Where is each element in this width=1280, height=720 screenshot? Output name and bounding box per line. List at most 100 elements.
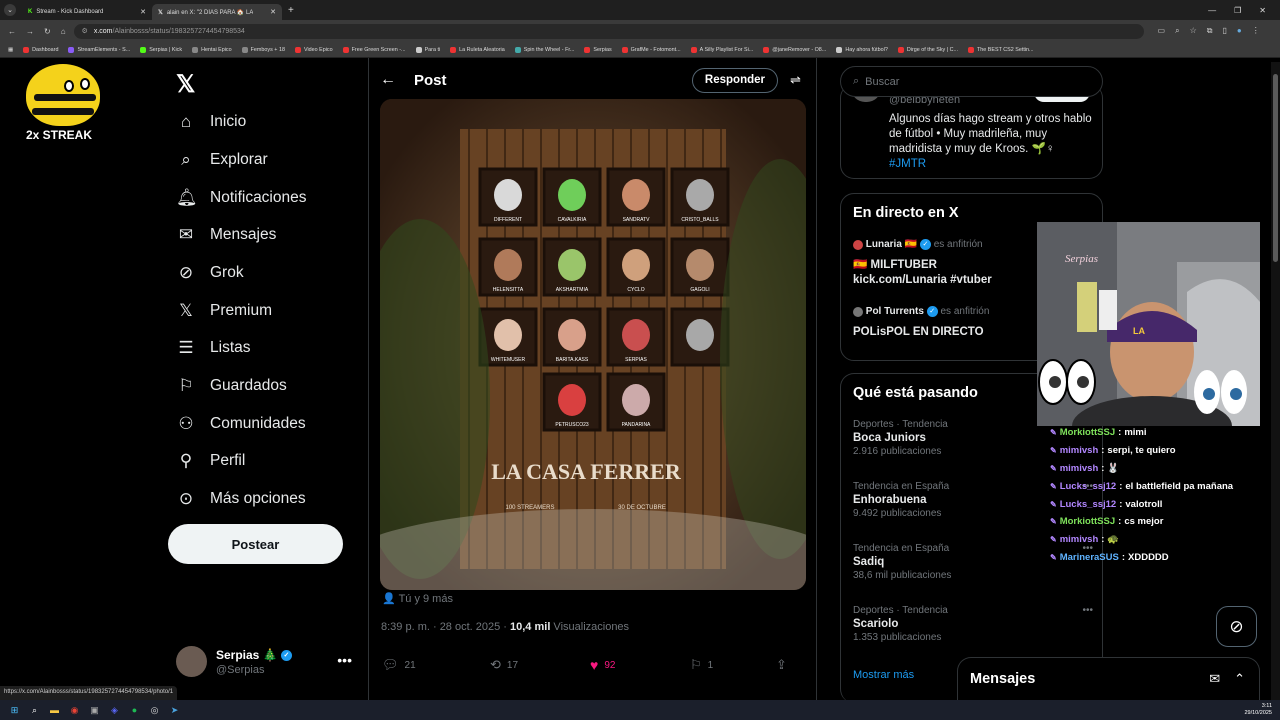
- nav-item-comunidades[interactable]: ⚇ Comunidades: [176, 414, 305, 434]
- chrome-icon[interactable]: ◉: [68, 704, 81, 717]
- zoom-icon[interactable]: ⌕: [1175, 26, 1179, 36]
- scrollbar[interactable]: [1271, 62, 1280, 700]
- restore-icon[interactable]: ❐: [1234, 6, 1241, 15]
- reply-action[interactable]: 💬︎ 21: [382, 657, 490, 673]
- grok-button[interactable]: ⊘: [1216, 606, 1257, 647]
- nav-item-mensajes[interactable]: ✉ Mensajes: [176, 225, 276, 245]
- obs-icon[interactable]: ◎: [148, 704, 161, 717]
- repost-action[interactable]: ⟲ 17: [490, 657, 590, 673]
- nav-item-m-s-opciones[interactable]: ⊙ Más opciones: [176, 489, 306, 509]
- bookmark-item[interactable]: Serpias | Kick: [140, 46, 182, 53]
- discord-icon[interactable]: ◈: [108, 704, 121, 717]
- sidebar-icon[interactable]: ▯: [1222, 26, 1226, 36]
- chat-username[interactable]: mimivsh: [1060, 463, 1099, 474]
- bookmark-item[interactable]: GrafMe - Fotomont...: [621, 46, 681, 53]
- back-arrow-icon[interactable]: ←: [380, 71, 414, 89]
- close-tab-icon[interactable]: ✕: [270, 8, 276, 16]
- app-icon[interactable]: ▣: [88, 704, 101, 717]
- bookmark-item[interactable]: La Ruleta Aleatoria: [450, 46, 505, 53]
- bookmark-item[interactable]: The BEST CS2 Settin...: [968, 46, 1034, 53]
- search-icon[interactable]: ⌕: [28, 704, 41, 717]
- bookmark-item[interactable]: A Silly Playlist For Si...: [690, 46, 753, 53]
- apps-icon[interactable]: ▦: [8, 47, 13, 53]
- forward-icon[interactable]: →: [26, 27, 34, 36]
- spotify-icon[interactable]: ●: [128, 704, 141, 717]
- messages-drawer[interactable]: Mensajes ✉ ⌃: [957, 657, 1260, 700]
- bookmark-item[interactable]: @janeRemover - O8...: [763, 46, 826, 53]
- back-icon[interactable]: ←: [8, 27, 16, 36]
- nav-item-explorar[interactable]: ⌕ Explorar: [176, 150, 267, 170]
- menu-icon[interactable]: ⋮: [1252, 26, 1260, 36]
- bookmark-item[interactable]: Dashboard: [23, 46, 58, 53]
- new-tab-button[interactable]: +: [288, 5, 294, 16]
- chat-username[interactable]: mimivsh: [1060, 534, 1099, 545]
- reload-icon[interactable]: ↻: [44, 27, 51, 36]
- show-more-link[interactable]: Mostrar más: [853, 669, 914, 681]
- extensions-icon[interactable]: ⧉: [1207, 26, 1213, 36]
- bookmark-item[interactable]: Para ti: [415, 46, 440, 53]
- app-icon[interactable]: ➤: [168, 704, 181, 717]
- profile-avatar-icon[interactable]: ●: [1237, 26, 1242, 36]
- post-button[interactable]: Postear: [168, 524, 343, 564]
- nav-item-perfil[interactable]: ⚲ Perfil: [176, 451, 246, 471]
- expand-icon[interactable]: ⌃: [1234, 671, 1245, 687]
- tagged-users[interactable]: 👤 Tú y 9 más: [382, 592, 453, 605]
- home-icon[interactable]: ⌂: [61, 27, 66, 36]
- chat-username[interactable]: MorkiottSSJ: [1060, 427, 1115, 438]
- file-explorer-icon[interactable]: ▬: [48, 704, 61, 717]
- live-text[interactable]: 🇪🇸 MILFTUBER kick.com/Lunaria #vtuber: [853, 258, 1023, 288]
- bookmark-item[interactable]: Spin the Wheel - Fr...: [514, 46, 574, 53]
- x-logo-icon[interactable]: 𝕏: [176, 70, 195, 99]
- bookmark-item[interactable]: Femboys + 18: [241, 46, 285, 53]
- chat-username[interactable]: mimivsh: [1060, 445, 1099, 456]
- nav-item-guardados[interactable]: ⚐ Guardados: [176, 376, 286, 396]
- share-action[interactable]: ⇪: [776, 657, 787, 673]
- bookmark-item[interactable]: Hay ahora fútbol?: [836, 46, 888, 53]
- tab-kick-dashboard[interactable]: K Stream - Kick Dashboard ✕: [22, 4, 152, 20]
- trend-item[interactable]: Deportes · Tendencia Scariolo 1.353 public…: [853, 605, 1093, 643]
- close-window-icon[interactable]: ✕: [1259, 6, 1266, 15]
- bookmark-item[interactable]: Dirge of the Sky | C...: [897, 46, 958, 53]
- nav-item-inicio[interactable]: ⌂ Inicio: [176, 112, 246, 132]
- post-image[interactable]: DIFFERENT CAVALKIRIA SANDRATV CRISTO_BALLS H…: [380, 99, 806, 590]
- close-tab-icon[interactable]: ✕: [140, 8, 146, 16]
- tab-x-post[interactable]: 𝕏 alain en X: "2 DÍAS PARA 🏠 LA ✕: [152, 4, 282, 20]
- scrollbar-thumb[interactable]: [1273, 74, 1278, 262]
- chat-username[interactable]: MarineraSUS: [1060, 552, 1119, 563]
- clock[interactable]: 3:11 29/10/2025: [1244, 703, 1280, 717]
- more-icon[interactable]: •••: [337, 652, 352, 668]
- nav-item-premium[interactable]: 𝕏 Premium: [176, 301, 272, 321]
- live-host-2[interactable]: Pol Turrents ✓ es anfitrión: [853, 306, 989, 317]
- bookmark-item[interactable]: Hentai Epico: [192, 46, 232, 53]
- site-info-icon[interactable]: ⚙: [82, 27, 88, 35]
- reply-count: 21: [404, 659, 416, 671]
- nav-item-notificaciones[interactable]: 🔔︎ Notificaciones: [176, 188, 307, 208]
- more-icon[interactable]: •••: [1082, 605, 1093, 616]
- chat-username[interactable]: MorkiottSSJ: [1060, 516, 1115, 527]
- like-action[interactable]: ♥ 92: [590, 657, 690, 673]
- post-time[interactable]: 8:39 p. m. · 28 oct. 2025 ·: [381, 621, 510, 633]
- star-icon[interactable]: ☆: [1190, 26, 1197, 36]
- windows-start-icon[interactable]: ⊞: [8, 704, 21, 717]
- bookmark-item[interactable]: Free Green Screen -...: [342, 46, 406, 53]
- cast-icon[interactable]: ▭: [1158, 26, 1166, 36]
- chat-username[interactable]: Lucks_ssj12: [1060, 499, 1117, 510]
- nav-item-grok[interactable]: ⊘ Grok: [176, 263, 244, 283]
- chat-username[interactable]: Lucks_ssj12: [1060, 481, 1117, 492]
- live-host-1[interactable]: Lunaria 🇪🇸 ✓ es anfitrión: [853, 239, 983, 250]
- tab-search-icon[interactable]: ⌄: [4, 4, 16, 16]
- bookmark-item[interactable]: StreamElements - S...: [68, 46, 130, 53]
- settings-sliders-icon[interactable]: ⇌: [790, 72, 810, 88]
- nav-item-listas[interactable]: ☰ Listas: [176, 338, 250, 358]
- reply-button[interactable]: Responder: [691, 67, 778, 93]
- bookmark-item[interactable]: Serpias: [584, 46, 612, 53]
- account-switcher[interactable]: Serpias 🎄 ✓ @Serpias •••: [176, 646, 356, 680]
- live-text[interactable]: POLisPOL EN DIRECTO: [853, 326, 984, 338]
- bookmark-action[interactable]: ⚐ 1: [690, 657, 776, 673]
- minimize-icon[interactable]: —: [1208, 6, 1216, 15]
- bio-hashtag[interactable]: #JMTR: [889, 158, 926, 170]
- bookmark-item[interactable]: Video Epico: [294, 46, 333, 53]
- new-message-icon[interactable]: ✉: [1209, 671, 1220, 687]
- url-field[interactable]: ⚙ x.com /Alainbosss/status/1983257274454…: [73, 23, 1144, 39]
- search-box[interactable]: ⌕ Buscar: [840, 66, 1103, 97]
